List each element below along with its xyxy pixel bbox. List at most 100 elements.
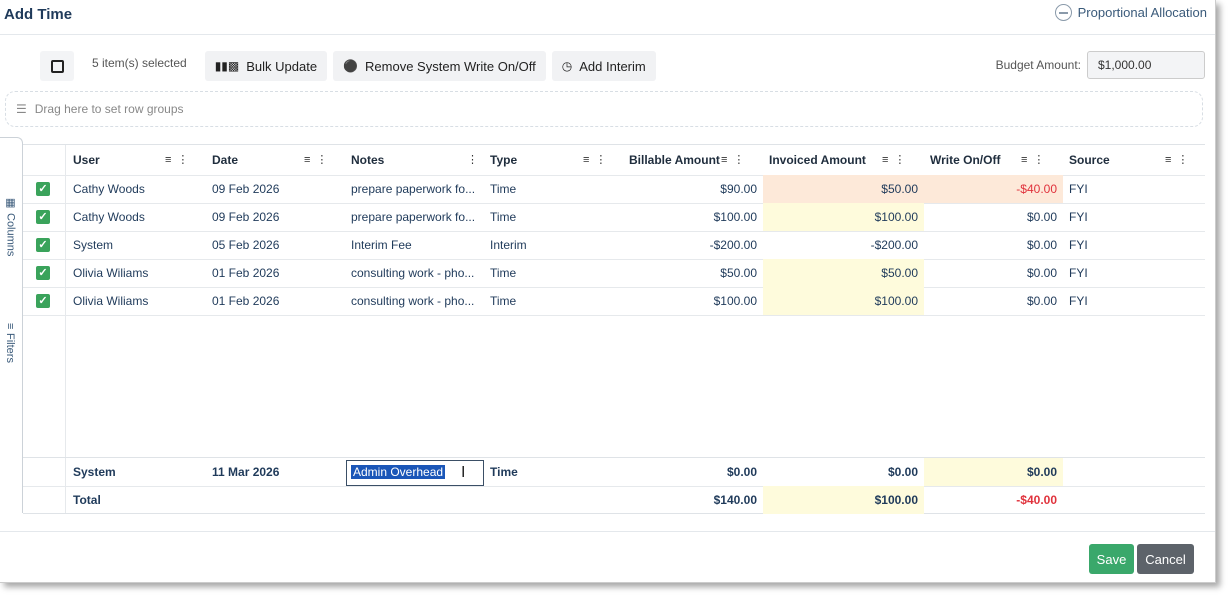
row-groups-placeholder: Drag here to set row groups: [34, 102, 184, 116]
cell-user: Olivia Wiliams: [73, 266, 149, 280]
system-write[interactable]: $0.00: [924, 458, 1063, 486]
cell-write: $0.00: [1026, 238, 1057, 252]
system-invoiced: $0.00: [887, 465, 918, 479]
cell-write[interactable]: $0.00: [924, 259, 1063, 287]
cell-write[interactable]: $0.00: [924, 203, 1063, 231]
cell-billable: -$200.00: [709, 238, 757, 252]
cell-user: Cathy Woods: [73, 210, 145, 224]
col-header-billable[interactable]: Billable Amount: [623, 145, 723, 173]
invoiced-filter-menu-icon[interactable]: ≡⋮: [882, 145, 911, 173]
cell-date: 05 Feb 2026: [212, 238, 280, 252]
cell-notes: prepare paperwork fo...: [351, 182, 476, 196]
system-row[interactable]: System 11 Mar 2026 Admin Overhead I Time…: [23, 457, 1205, 487]
cell-billable: $100.00: [713, 294, 757, 308]
cell-write[interactable]: $0.00: [924, 287, 1063, 315]
bulk-update-button[interactable]: ▮▮▩ Bulk Update: [204, 51, 328, 81]
cell-invoiced[interactable]: $100.00: [763, 203, 924, 231]
table-row[interactable]: ✓ Cathy Woods 09 Feb 2026 prepare paperw…: [23, 203, 1205, 232]
row-checkbox-checked[interactable]: ✓: [36, 210, 50, 224]
filters-tab-label: Filters: [4, 333, 16, 364]
total-invoiced: $100.00: [763, 486, 924, 514]
col-header-notes[interactable]: Notes: [345, 145, 475, 173]
toolbar: 5 item(s) selected ▮▮▩ Bulk Update ⚫ Rem…: [40, 51, 656, 81]
filters-tab[interactable]: ≡ Filters: [4, 323, 16, 363]
header-divider: [0, 34, 1215, 35]
cell-source: FYI: [1069, 238, 1088, 252]
notes-edit-input[interactable]: Admin Overhead I: [346, 460, 484, 486]
cell-type: Time: [490, 182, 517, 196]
clock-icon: ◷: [561, 59, 573, 73]
cell-invoiced[interactable]: $50.00: [763, 175, 924, 203]
cell-source: FYI: [1069, 182, 1088, 196]
source-filter-menu-icon[interactable]: ≡⋮: [1165, 145, 1194, 173]
type-filter-menu-icon[interactable]: ≡⋮: [583, 145, 612, 173]
total-billable: $140.00: [713, 493, 757, 507]
row-checkbox-checked[interactable]: ✓: [36, 266, 50, 280]
billable-filter-menu-icon[interactable]: ≡⋮: [721, 145, 750, 173]
filter-funnel-icon: ≡: [4, 323, 16, 330]
table-row[interactable]: ✓ Olivia Wiliams 01 Feb 2026 consulting …: [23, 287, 1205, 316]
cell-invoiced: -$200.00: [870, 238, 918, 252]
budget-label: Budget Amount:: [995, 58, 1081, 72]
grid-header-row: User ≡⋮ Date ≡⋮ Notes ⋮ Type ≡⋮ Billable…: [23, 145, 1205, 176]
cell-write[interactable]: -$40.00: [924, 175, 1063, 203]
budget-amount-field[interactable]: $1,000.00: [1087, 51, 1205, 79]
col-header-source[interactable]: Source: [1063, 145, 1163, 173]
proportional-allocation-toggle[interactable]: Proportional Allocation: [1054, 4, 1207, 21]
col-header-invoiced[interactable]: Invoiced Amount: [763, 145, 893, 173]
cell-date: 01 Feb 2026: [212, 294, 280, 308]
system-billable: $0.00: [726, 465, 757, 479]
cell-type: Time: [490, 266, 517, 280]
table-row[interactable]: ✓ Olivia Wiliams 01 Feb 2026 consulting …: [23, 259, 1205, 288]
cell-type: Time: [490, 294, 517, 308]
bulk-update-label: Bulk Update: [246, 58, 318, 74]
grid-icon: ▦: [4, 196, 16, 209]
cell-source: FYI: [1069, 266, 1088, 280]
budget-group: Budget Amount: $1,000.00: [996, 51, 1205, 79]
cell-invoiced[interactable]: $50.00: [763, 259, 924, 287]
select-all-checkbox[interactable]: [40, 51, 74, 81]
system-user: System: [73, 465, 116, 479]
cell-notes: Interim Fee: [351, 238, 412, 252]
cell-date: 01 Feb 2026: [212, 266, 280, 280]
system-type: Time: [490, 465, 518, 479]
remove-system-write-button[interactable]: ⚫ Remove System Write On/Off: [333, 51, 546, 81]
add-interim-label: Add Interim: [579, 58, 646, 74]
date-filter-menu-icon[interactable]: ≡⋮: [304, 145, 333, 173]
system-date: 11 Mar 2026: [212, 465, 280, 479]
cell-user: Olivia Wiliams: [73, 294, 149, 308]
cell-date: 09 Feb 2026: [212, 182, 280, 196]
columns-tab-label: Columns: [4, 213, 17, 257]
cancel-button[interactable]: Cancel: [1137, 544, 1194, 574]
cell-type: Time: [490, 210, 517, 224]
cell-notes: consulting work - pho...: [351, 294, 475, 308]
cell-invoiced[interactable]: $100.00: [763, 287, 924, 315]
text-cursor-icon: I: [461, 464, 466, 481]
save-button[interactable]: Save: [1089, 544, 1134, 574]
row-checkbox-checked[interactable]: ✓: [36, 182, 50, 196]
table-row[interactable]: ✓ System 05 Feb 2026 Interim Fee Interim…: [23, 231, 1205, 260]
row-checkbox-checked[interactable]: ✓: [36, 294, 50, 308]
table-row[interactable]: ✓ Cathy Woods 09 Feb 2026 prepare paperw…: [23, 175, 1205, 204]
checkbox-square-icon: [50, 59, 64, 73]
user-filter-menu-icon[interactable]: ≡⋮: [165, 145, 194, 173]
remove-system-write-label: Remove System Write On/Off: [365, 58, 536, 74]
row-groups-dropzone[interactable]: ☰ Drag here to set row groups: [5, 91, 1203, 127]
cell-user: Cathy Woods: [73, 182, 145, 196]
add-time-dialog: Add Time Proportional Allocation 5 item(…: [0, 0, 1216, 583]
cell-type: Interim: [490, 238, 527, 252]
row-checkbox-checked[interactable]: ✓: [36, 238, 50, 252]
minus-circle-filled-icon: ⚫: [343, 59, 359, 73]
bulk-update-icon: ▮▮▩: [214, 59, 240, 73]
cell-notes: prepare paperwork fo...: [351, 210, 476, 224]
notes-menu-icon[interactable]: ⋮: [467, 145, 484, 173]
tool-panel-sidebar: ▦ Columns ≡ Filters: [0, 137, 23, 513]
write-filter-menu-icon[interactable]: ≡⋮: [1021, 145, 1050, 173]
total-label: Total: [73, 493, 101, 507]
footer-divider: [0, 531, 1215, 532]
notes-edit-selected-text: Admin Overhead: [351, 465, 446, 479]
time-grid: User ≡⋮ Date ≡⋮ Notes ⋮ Type ≡⋮ Billable…: [23, 144, 1205, 514]
columns-tab[interactable]: ▦ Columns: [4, 196, 17, 256]
add-interim-button[interactable]: ◷ Add Interim: [551, 51, 656, 81]
cell-date: 09 Feb 2026: [212, 210, 280, 224]
